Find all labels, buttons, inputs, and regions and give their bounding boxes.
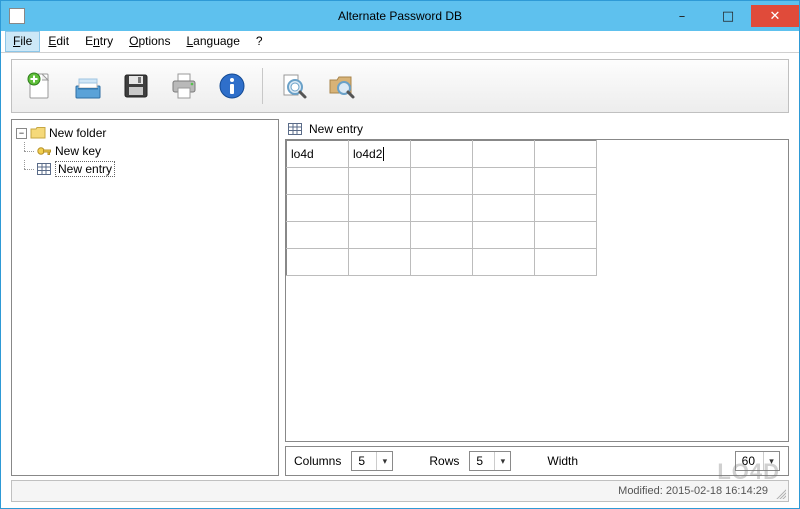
search-folder-icon — [325, 70, 357, 102]
open-icon — [72, 70, 104, 102]
cell-r3c4[interactable] — [535, 222, 597, 249]
open-button[interactable] — [66, 64, 110, 108]
width-value: 60 — [736, 454, 763, 468]
cell-r3c0[interactable] — [287, 222, 349, 249]
cell-r1c3[interactable] — [473, 168, 535, 195]
entry-header: New entry — [285, 119, 789, 139]
cell-r3c3[interactable] — [473, 222, 535, 249]
columns-label: Columns — [294, 454, 341, 468]
info-icon — [216, 70, 248, 102]
chevron-down-icon: ▾ — [376, 452, 392, 470]
app-window: Alternate Password DB – □ ✕ File Edit En… — [0, 0, 800, 509]
app-icon — [9, 8, 25, 24]
entry-title: New entry — [309, 122, 363, 136]
menu-bar: File Edit Entry Options Language ? — [1, 31, 799, 53]
tree-root-label: New folder — [49, 126, 106, 140]
cell-r1c1[interactable] — [349, 168, 411, 195]
window-buttons: – □ ✕ — [659, 5, 799, 27]
cell-r0c2[interactable] — [411, 141, 473, 168]
entry-panel: New entry lo4d lo4d2 — [285, 119, 789, 476]
close-button[interactable]: ✕ — [751, 5, 799, 27]
grid-controls: Columns 5 ▾ Rows 5 ▾ Width 60 ▾ — [285, 446, 789, 476]
menu-file[interactable]: File — [5, 31, 40, 52]
title-bar[interactable]: Alternate Password DB – □ ✕ — [1, 1, 799, 31]
width-label: Width — [547, 454, 578, 468]
data-grid[interactable]: lo4d lo4d2 — [286, 140, 597, 276]
cell-r3c1[interactable] — [349, 222, 411, 249]
new-document-button[interactable] — [18, 64, 62, 108]
rows-label: Rows — [429, 454, 459, 468]
cell-r4c0[interactable] — [287, 249, 349, 276]
save-button[interactable] — [114, 64, 158, 108]
cell-r2c2[interactable] — [411, 195, 473, 222]
print-button[interactable] — [162, 64, 206, 108]
tree-item-key-label: New key — [55, 144, 101, 158]
menu-language[interactable]: Language — [178, 31, 247, 52]
grid-area[interactable]: lo4d lo4d2 — [285, 139, 789, 442]
tree-panel[interactable]: − New folder New key New entry — [11, 119, 279, 476]
expander-icon[interactable]: − — [16, 128, 27, 139]
menu-options[interactable]: Options — [121, 31, 178, 52]
save-icon — [120, 70, 152, 102]
status-text: Modified: 2015-02-18 16:14:29 — [618, 485, 768, 497]
cell-r4c4[interactable] — [535, 249, 597, 276]
cell-r2c4[interactable] — [535, 195, 597, 222]
menu-help[interactable]: ? — [248, 31, 271, 52]
chevron-down-icon: ▾ — [494, 452, 510, 470]
toolbar-separator — [262, 68, 263, 104]
rows-select[interactable]: 5 ▾ — [469, 451, 511, 471]
cell-r0c3[interactable] — [473, 141, 535, 168]
cell-r2c1[interactable] — [349, 195, 411, 222]
chevron-down-icon: ▾ — [763, 452, 779, 470]
minimize-button[interactable]: – — [659, 5, 705, 27]
columns-select[interactable]: 5 ▾ — [351, 451, 393, 471]
print-icon — [168, 70, 200, 102]
toolbar — [11, 59, 789, 113]
search-folder-button[interactable] — [319, 64, 363, 108]
menu-edit[interactable]: Edit — [40, 31, 77, 52]
table-icon — [36, 161, 52, 177]
cell-r0c0[interactable]: lo4d — [287, 141, 349, 168]
tree-item-entry[interactable]: New entry — [14, 160, 276, 178]
table-icon — [287, 121, 303, 137]
new-document-icon — [24, 70, 56, 102]
key-icon — [36, 143, 52, 159]
folder-icon — [30, 125, 46, 141]
tree-root[interactable]: − New folder — [14, 124, 276, 142]
cell-r2c0[interactable] — [287, 195, 349, 222]
cell-r0c4[interactable] — [535, 141, 597, 168]
width-select[interactable]: 60 ▾ — [735, 451, 780, 471]
status-bar: Modified: 2015-02-18 16:14:29 — [11, 480, 789, 502]
cell-r1c2[interactable] — [411, 168, 473, 195]
info-button[interactable] — [210, 64, 254, 108]
cell-r1c0[interactable] — [287, 168, 349, 195]
cell-r0c1[interactable]: lo4d2 — [349, 141, 411, 168]
cell-r2c3[interactable] — [473, 195, 535, 222]
tree-item-key[interactable]: New key — [14, 142, 276, 160]
menu-entry[interactable]: Entry — [77, 31, 121, 52]
cell-r4c1[interactable] — [349, 249, 411, 276]
search-document-icon — [277, 70, 309, 102]
cell-r4c3[interactable] — [473, 249, 535, 276]
cell-r3c2[interactable] — [411, 222, 473, 249]
cell-r4c2[interactable] — [411, 249, 473, 276]
rows-value: 5 — [470, 454, 494, 468]
main-area: − New folder New key New entry — [11, 119, 789, 476]
search-document-button[interactable] — [271, 64, 315, 108]
tree-item-entry-label: New entry — [55, 161, 115, 177]
text-caret — [382, 147, 384, 161]
cell-r1c4[interactable] — [535, 168, 597, 195]
columns-value: 5 — [352, 454, 376, 468]
maximize-button[interactable]: □ — [705, 5, 751, 27]
